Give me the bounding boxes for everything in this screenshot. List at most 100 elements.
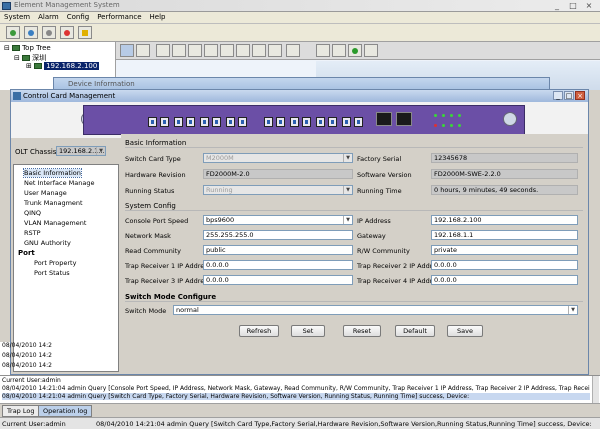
minimize-button[interactable]: _ [550, 1, 564, 11]
trap-receiver-3-label: Trap Receiver 3 IP Address [125, 277, 212, 285]
nav-user-manage[interactable]: User Manage [24, 189, 67, 197]
tree-node-icon [22, 55, 31, 61]
refresh-button[interactable]: Refresh [239, 325, 279, 337]
app-title-bar: Element Management System _ □ × [0, 0, 600, 12]
tab-operation-log[interactable]: Operation log [38, 405, 93, 417]
log-scrollbar[interactable] [592, 376, 599, 403]
add-node-icon[interactable] [220, 44, 234, 57]
tree-root[interactable]: ⊟ Top Tree [4, 44, 51, 52]
set-button[interactable]: Set [291, 325, 325, 337]
nav-qinq[interactable]: QINQ [24, 209, 41, 217]
tree-selected-node[interactable]: ⊞ 192.168.2.100 [26, 62, 100, 70]
fiber-port[interactable] [328, 117, 337, 127]
read-community-field[interactable]: public [203, 245, 353, 255]
log-line-selected[interactable]: 08/04/2010 14:21:04 admin Query [Switch … [2, 393, 590, 400]
menu-help[interactable]: Help [146, 12, 170, 22]
fiber-port[interactable] [276, 117, 285, 127]
alarm-icon[interactable] [60, 26, 74, 39]
nav-rstp[interactable]: RSTP [24, 229, 41, 237]
add-icon[interactable] [348, 44, 362, 57]
menu-config[interactable]: Config [63, 12, 93, 22]
trap-receiver-3-field[interactable]: 0.0.0.0 [203, 275, 353, 285]
fiber-port[interactable] [238, 117, 247, 127]
control-card-panel[interactable] [83, 105, 525, 135]
hardware-revision-label: Hardware Revision [125, 171, 186, 179]
rj45-port[interactable] [396, 112, 412, 126]
remove-icon[interactable] [364, 44, 378, 57]
trap-receiver-2-field[interactable]: 0.0.0.0 [431, 260, 578, 270]
topology-icon[interactable] [24, 26, 38, 39]
menu-performance[interactable]: Performance [93, 12, 145, 22]
rj45-port[interactable] [376, 112, 392, 126]
line-icon[interactable] [332, 44, 346, 57]
maximize-button[interactable]: □ [566, 1, 580, 11]
status-led [442, 114, 445, 117]
save-button[interactable]: Save [447, 325, 483, 337]
fiber-port[interactable] [200, 117, 209, 127]
zoom-in-icon[interactable] [156, 44, 170, 57]
software-version-field: FD2000M-SWE-2.2.0 [431, 169, 578, 179]
reset-button[interactable]: Reset [343, 325, 381, 337]
fiber-port[interactable] [226, 117, 235, 127]
window-maximize-button[interactable]: □ [564, 91, 574, 100]
fit-icon[interactable] [188, 44, 202, 57]
fiber-port[interactable] [302, 117, 311, 127]
gateway-field[interactable]: 192.168.1.1 [431, 230, 578, 240]
side-log-entry: 08/04/2010 14:2 [2, 342, 52, 349]
chevron-down-icon: ▼ [568, 306, 577, 314]
delete-icon[interactable] [236, 44, 250, 57]
olt-chassis-select[interactable]: 192.168.2.1... ▼ [56, 146, 106, 156]
network-mask-field[interactable]: 255.255.255.0 [203, 230, 353, 240]
warning-icon[interactable] [78, 26, 92, 39]
default-button[interactable]: Default [395, 325, 435, 337]
menu-alarm[interactable]: Alarm [34, 12, 63, 22]
console-port-speed-select[interactable]: bps9600 ▼ [203, 215, 353, 225]
fiber-port[interactable] [316, 117, 325, 127]
control-card-title-bar[interactable]: Control Card Management _ □ × [11, 90, 588, 102]
refresh-icon[interactable] [6, 26, 20, 39]
nav-net-interface[interactable]: Net Interface Manage [24, 179, 94, 187]
ip-address-field[interactable]: 192.168.2.100 [431, 215, 578, 225]
window-icon [13, 92, 21, 100]
factory-serial-field: 12345678 [431, 153, 578, 163]
fiber-port[interactable] [290, 117, 299, 127]
link-icon[interactable] [252, 44, 266, 57]
tab-trap-log[interactable]: Trap Log [2, 405, 40, 417]
rw-community-field[interactable]: private [431, 245, 578, 255]
fiber-port[interactable] [342, 117, 351, 127]
hand-icon[interactable] [136, 44, 150, 57]
nav-basic-information[interactable]: Basic Information [23, 168, 82, 178]
save-topology-icon[interactable] [286, 44, 300, 57]
zoom-out-icon[interactable] [172, 44, 186, 57]
trap-receiver-4-field[interactable]: 0.0.0.0 [431, 275, 578, 285]
port-icon[interactable] [316, 44, 330, 57]
window-minimize-button[interactable]: _ [553, 91, 563, 100]
close-button[interactable]: × [582, 1, 596, 11]
select-icon[interactable] [120, 44, 134, 57]
fiber-port[interactable] [354, 117, 363, 127]
nav-gnu-authority[interactable]: GNU Authority [24, 239, 71, 247]
system-config-section-label: System Config [125, 202, 176, 210]
fiber-port[interactable] [186, 117, 195, 127]
nav-trunk[interactable]: Trunk Managment [24, 199, 83, 207]
fiber-port[interactable] [264, 117, 273, 127]
nav-vlan[interactable]: VLAN Management [24, 219, 86, 227]
trap-receiver-1-field[interactable]: 0.0.0.0 [203, 260, 353, 270]
menu-system[interactable]: System [0, 12, 34, 22]
group-icon[interactable] [268, 44, 282, 57]
status-led [458, 114, 461, 117]
trap-receiver-1-label: Trap Receiver 1 IP Address [125, 262, 212, 270]
nav-port-property[interactable]: Port Property [34, 259, 76, 267]
software-version-label: Software Version [357, 171, 412, 179]
nav-port-header[interactable]: Port [18, 249, 35, 257]
switch-mode-select[interactable]: normal ▼ [173, 305, 578, 315]
layout-icon[interactable] [204, 44, 218, 57]
fiber-port[interactable] [160, 117, 169, 127]
window-close-button[interactable]: × [575, 91, 585, 100]
device-icon[interactable] [42, 26, 56, 39]
nav-port-status[interactable]: Port Status [34, 269, 70, 277]
running-time-label: Running Time [357, 187, 402, 195]
fiber-port[interactable] [174, 117, 183, 127]
fiber-port[interactable] [148, 117, 157, 127]
fiber-port[interactable] [212, 117, 221, 127]
